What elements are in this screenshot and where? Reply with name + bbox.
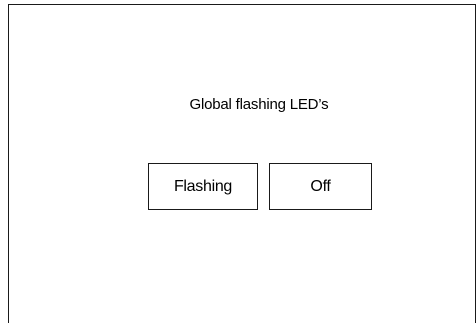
off-button[interactable]: Off: [269, 163, 372, 210]
flashing-button[interactable]: Flashing: [148, 163, 258, 210]
page-title: Global flashing LED’s: [189, 96, 329, 113]
led-settings-screen: Global flashing LED’s Flashing Off: [0, 0, 476, 323]
